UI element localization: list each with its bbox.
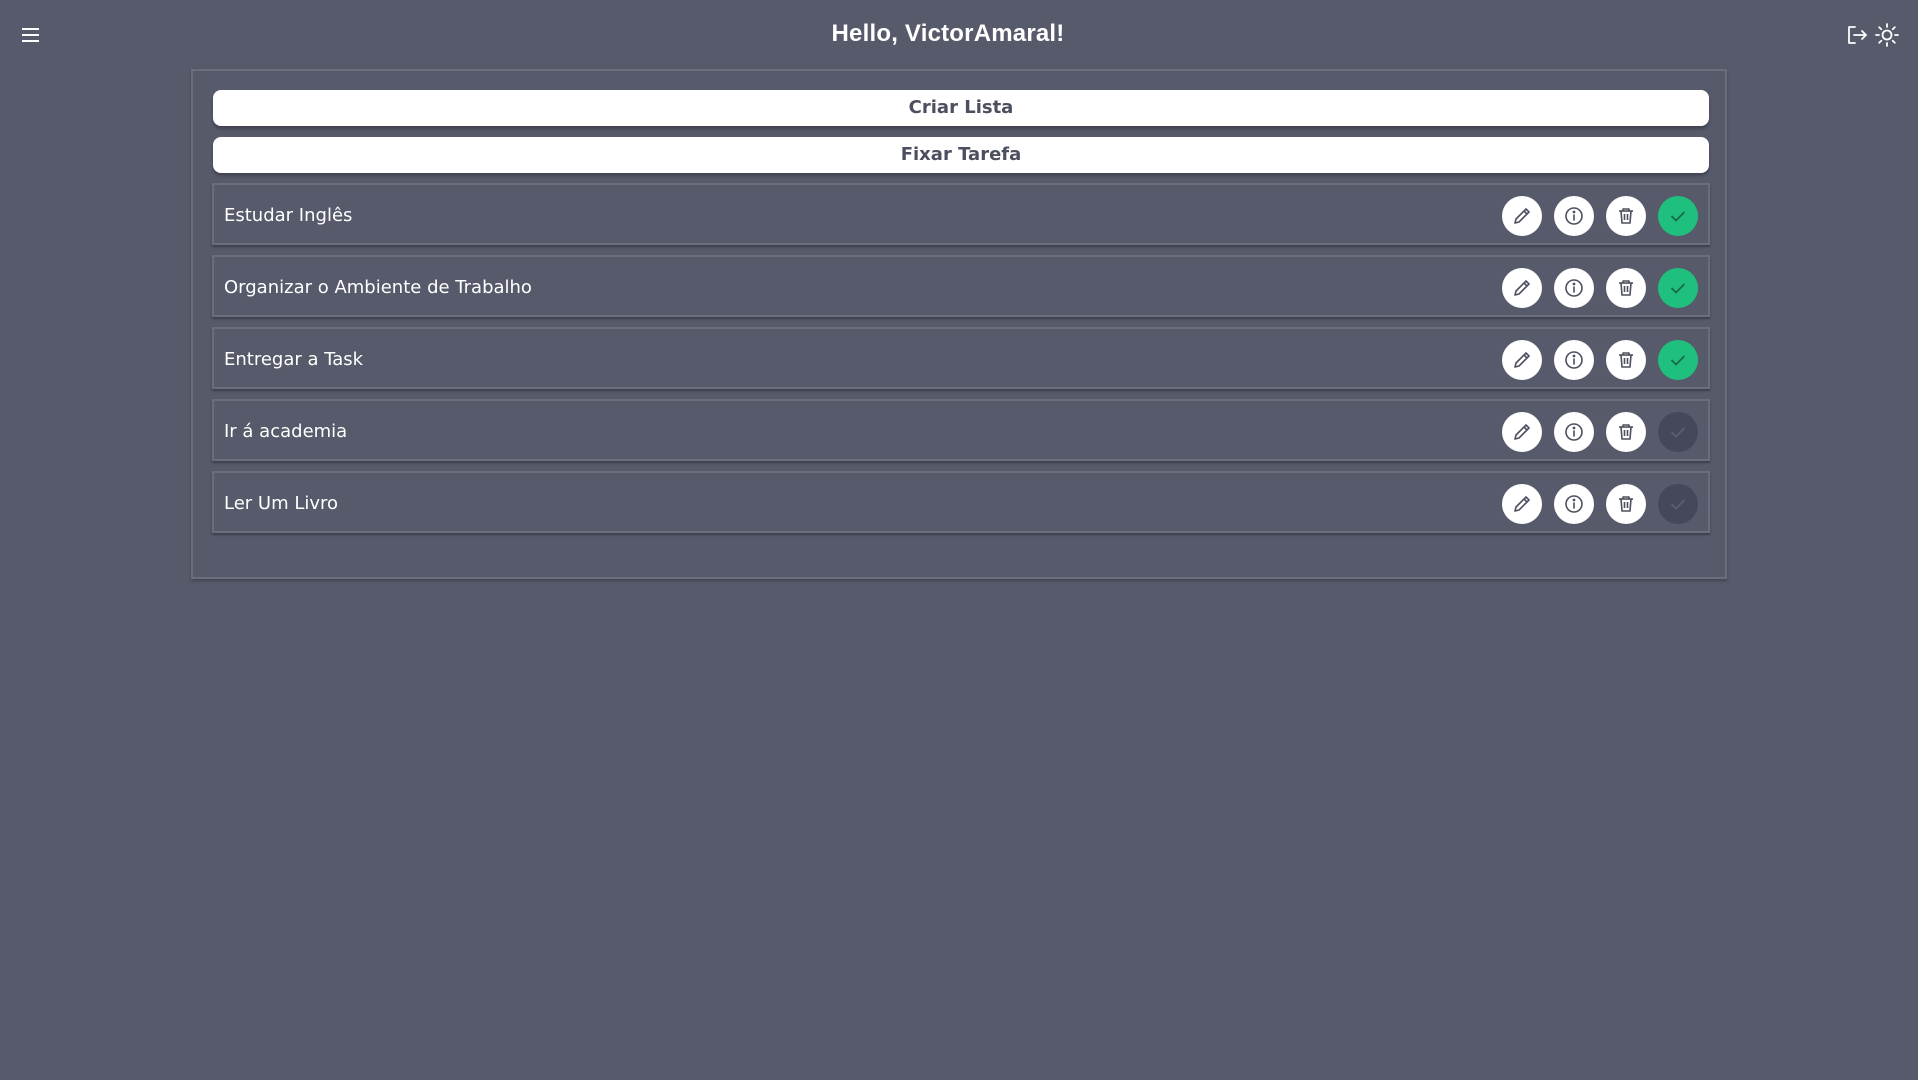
complete-task-button[interactable] <box>1658 268 1698 308</box>
create-list-button[interactable]: Criar Lista <box>213 90 1709 126</box>
info-icon <box>1565 423 1583 441</box>
task-name: Entregar a Task <box>224 349 364 370</box>
pencil-icon <box>1514 424 1530 440</box>
task-info-button[interactable] <box>1554 484 1594 524</box>
task-actions <box>1502 268 1698 308</box>
edit-task-button[interactable] <box>1502 340 1542 380</box>
complete-task-button[interactable] <box>1658 340 1698 380</box>
top-bar: Hello, VictorAmaral! <box>0 0 1918 70</box>
trash-icon <box>1619 280 1633 296</box>
task-panel: Criar Lista Fixar Tarefa Estudar Inglês <box>191 69 1727 579</box>
task-name: Ir á academia <box>224 421 348 442</box>
task-actions <box>1502 412 1698 452</box>
complete-task-button[interactable] <box>1658 484 1698 524</box>
info-icon <box>1565 495 1583 513</box>
task-item: Ler Um Livro <box>212 471 1710 533</box>
delete-task-button[interactable] <box>1606 340 1646 380</box>
pencil-icon <box>1514 496 1530 512</box>
task-info-button[interactable] <box>1554 412 1594 452</box>
trash-icon <box>1619 208 1633 224</box>
trash-icon <box>1619 352 1633 368</box>
greeting-title: Hello, VictorAmaral! <box>831 20 1065 47</box>
edit-task-button[interactable] <box>1502 412 1542 452</box>
delete-task-button[interactable] <box>1606 268 1646 308</box>
pencil-icon <box>1514 280 1530 296</box>
task-item: Estudar Inglês <box>212 183 1710 245</box>
delete-task-button[interactable] <box>1606 412 1646 452</box>
trash-icon <box>1619 424 1633 440</box>
task-info-button[interactable] <box>1554 196 1594 236</box>
delete-task-button[interactable] <box>1606 484 1646 524</box>
task-list: Estudar Inglês Organizar o Ambiente de T… <box>212 183 1710 543</box>
trash-icon <box>1619 496 1633 512</box>
task-info-button[interactable] <box>1554 268 1594 308</box>
pin-task-button[interactable]: Fixar Tarefa <box>213 137 1709 173</box>
complete-task-button[interactable] <box>1658 412 1698 452</box>
info-icon <box>1565 279 1583 297</box>
check-icon <box>1671 355 1685 366</box>
task-name: Estudar Inglês <box>224 205 353 226</box>
complete-task-button[interactable] <box>1658 196 1698 236</box>
edit-task-button[interactable] <box>1502 484 1542 524</box>
task-actions <box>1502 340 1698 380</box>
info-icon <box>1565 207 1583 225</box>
pencil-icon <box>1514 208 1530 224</box>
theme-toggle-button[interactable] <box>1874 22 1900 48</box>
sun-icon <box>1875 23 1899 47</box>
task-actions <box>1502 484 1698 524</box>
pencil-icon <box>1514 352 1530 368</box>
check-icon <box>1671 499 1685 510</box>
task-item: Entregar a Task <box>212 327 1710 389</box>
edit-task-button[interactable] <box>1502 196 1542 236</box>
info-icon <box>1565 351 1583 369</box>
logout-button[interactable] <box>1844 22 1870 48</box>
check-icon <box>1671 283 1685 294</box>
task-info-button[interactable] <box>1554 340 1594 380</box>
edit-task-button[interactable] <box>1502 268 1542 308</box>
logout-icon <box>1848 26 1867 44</box>
task-item: Ir á academia <box>212 399 1710 461</box>
task-name: Ler Um Livro <box>224 493 339 514</box>
top-actions <box>1844 22 1900 48</box>
check-icon <box>1671 211 1685 222</box>
task-name: Organizar o Ambiente de Trabalho <box>224 277 532 298</box>
task-actions <box>1502 196 1698 236</box>
check-icon <box>1671 427 1685 438</box>
delete-task-button[interactable] <box>1606 196 1646 236</box>
task-item: Organizar o Ambiente de Trabalho <box>212 255 1710 317</box>
